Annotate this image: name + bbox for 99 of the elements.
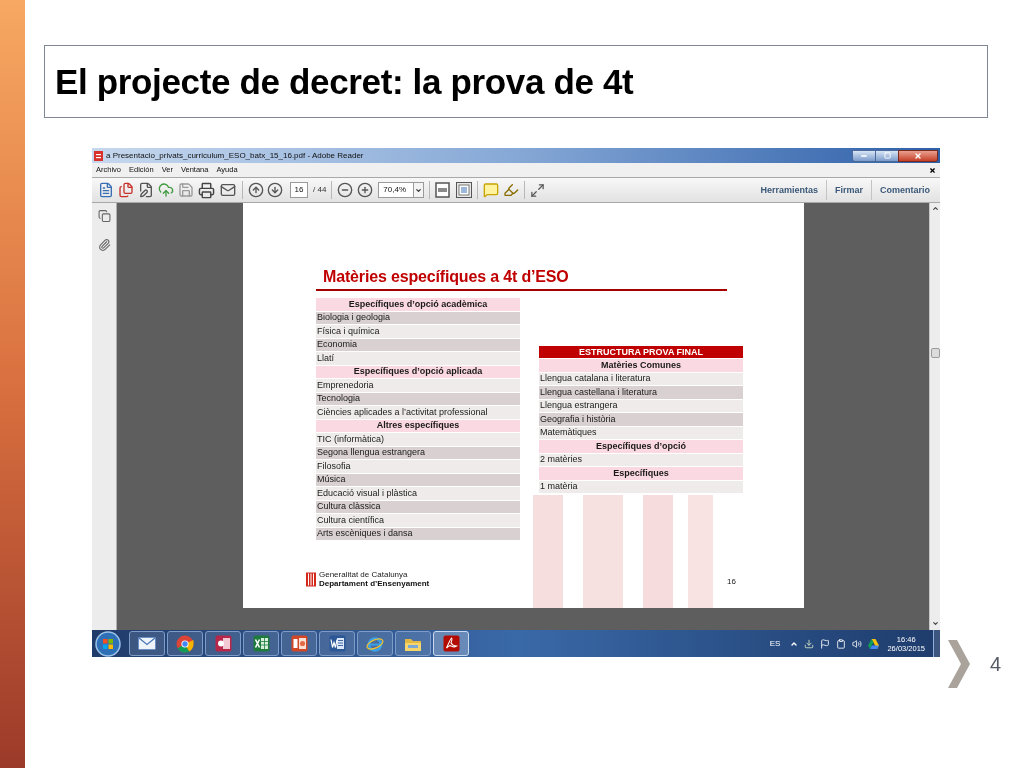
save-icon[interactable] — [178, 182, 194, 198]
volume-icon[interactable] — [852, 638, 863, 649]
table-cell: Segona llengua estrangera — [316, 446, 520, 459]
previous-page-icon[interactable] — [248, 182, 264, 198]
database-app-icon — [214, 635, 232, 652]
table-cell: Biologia i geologia — [316, 311, 520, 324]
download-tray-icon[interactable] — [804, 638, 815, 649]
maximize-button[interactable] — [876, 149, 898, 162]
section-header: Altres específiques — [316, 419, 520, 432]
table-cell: Llengua castellana i literatura — [539, 386, 743, 399]
table-cell: Ciències aplicades a l’activitat professional — [316, 406, 520, 419]
browser-icon — [176, 634, 194, 653]
table-cell: Música — [316, 473, 520, 486]
web-browser-icon — [366, 634, 384, 653]
table-cell: Filosofia — [316, 460, 520, 473]
page-heading: Matèries específiques a 4t d’ESO — [323, 269, 569, 285]
close-document-icon[interactable] — [929, 166, 936, 174]
minimize-button[interactable] — [852, 149, 876, 162]
zoom-dropdown-button[interactable] — [414, 182, 425, 198]
web-browser-taskbar-button[interactable] — [357, 631, 393, 656]
page-count: / 44 — [313, 186, 327, 194]
table-cell: 1 matèria — [539, 480, 743, 493]
slide-title: El projecte de decret: la prova de 4t — [55, 64, 634, 99]
table-cell: Llatí — [316, 352, 520, 365]
pane-tab[interactable]: Comentario — [880, 185, 930, 195]
spreadsheet-app-taskbar-button[interactable] — [243, 631, 279, 656]
document-app-icon — [328, 635, 346, 652]
mail-taskbar-button[interactable] — [129, 631, 165, 656]
combine-files-icon[interactable] — [118, 182, 134, 198]
page-number: 16 — [727, 577, 736, 586]
triangle-tray-icon[interactable] — [868, 638, 880, 649]
zoom-field[interactable]: 70,4% — [378, 182, 415, 198]
pdf-reader-taskbar-button[interactable] — [433, 631, 469, 656]
spreadsheet-app-icon — [252, 635, 270, 652]
page-number-field[interactable]: 16 — [290, 182, 308, 198]
table-cell: Llengua catalana i literatura — [539, 372, 743, 385]
window-title: a Presentacio_privats_curriculum_ESO_batx_15_16.pdf - Adobe Reader — [106, 151, 364, 160]
table-cell: Arts escèniques i dansa — [316, 527, 520, 540]
table-cell: Tecnologia — [316, 392, 520, 405]
pdf-file-icon — [94, 150, 103, 161]
pane-tab[interactable]: Firmar — [834, 185, 863, 195]
organization-name: Generalitat de Catalunya — [319, 571, 408, 579]
slide-number: 4 — [990, 654, 1002, 674]
department-name: Departament d’Ensenyament — [319, 579, 430, 588]
create-file-icon[interactable] — [98, 182, 114, 198]
document-app-taskbar-button[interactable] — [319, 631, 355, 656]
table-cell: Geografia i història — [539, 413, 743, 426]
section-header: Específiques — [539, 467, 743, 480]
table-cell: Cultura clàssica — [316, 500, 520, 513]
table-cell: Economia — [316, 338, 520, 351]
section-header: Específiques d’opció acadèmica — [316, 298, 520, 311]
scroll-down-icon[interactable] — [931, 620, 939, 627]
start-orb-icon[interactable] — [95, 630, 121, 657]
mail-icon[interactable] — [219, 182, 237, 198]
maximize-icon — [883, 152, 891, 159]
section-header: Matèries Comunes — [539, 359, 743, 372]
zoom-out-icon[interactable] — [337, 182, 354, 198]
table-cell: Cultura científica — [316, 514, 520, 527]
close-icon — [914, 151, 922, 160]
clipboard-icon[interactable] — [836, 638, 847, 649]
presentation-app-taskbar-button[interactable] — [281, 631, 317, 656]
edit-file-icon[interactable] — [138, 182, 154, 198]
highlight-icon[interactable] — [503, 182, 520, 198]
fit-page-icon[interactable] — [435, 182, 451, 198]
expand-icon[interactable] — [530, 182, 546, 198]
chevron-icon — [948, 640, 970, 688]
vertical-scrollbar[interactable] — [929, 203, 940, 630]
caret-icon — [415, 186, 423, 194]
browser-taskbar-button[interactable] — [167, 631, 203, 656]
table-title: ESTRUCTURA PROVA FINAL — [539, 346, 743, 358]
section-header: Específiques d’opció aplicada — [316, 365, 520, 378]
table-cell: Matemàtiques — [539, 426, 743, 439]
section-header: Específiques d’opció — [539, 440, 743, 453]
cloud-upload-icon[interactable] — [158, 182, 174, 198]
full-page-icon[interactable] — [456, 182, 473, 198]
pane-tab[interactable]: Herramientas — [760, 185, 818, 195]
language-indicator[interactable]: ES — [769, 639, 781, 648]
presentation-app-icon — [290, 635, 308, 652]
scroll-up-icon[interactable] — [931, 205, 939, 212]
table-cell: Física i química — [316, 325, 520, 338]
scrollbar-thumb[interactable] — [930, 348, 940, 358]
table-cell: Emprenedoria — [316, 379, 520, 392]
folder-taskbar-button[interactable] — [395, 631, 431, 656]
pages-icon[interactable] — [97, 209, 111, 223]
table-cell: TIC (informàtica) — [316, 433, 520, 446]
next-page-icon[interactable] — [267, 182, 283, 198]
show-desktop-button[interactable] — [933, 630, 940, 657]
close-button[interactable] — [898, 149, 938, 162]
zoom-in-icon[interactable] — [357, 182, 374, 198]
paperclip-icon[interactable] — [97, 238, 111, 252]
envelope-icon — [138, 637, 156, 650]
print-icon[interactable] — [198, 181, 215, 199]
flag-icon[interactable] — [820, 638, 831, 649]
table-cell: Educació visual i plàstica — [316, 487, 520, 500]
striped-emblem-icon — [306, 572, 316, 587]
table-cell: 2 matèries — [539, 453, 743, 466]
table-cell: Llengua estrangera — [539, 399, 743, 412]
database-app-taskbar-button[interactable] — [205, 631, 241, 656]
pdf-reader-icon — [442, 635, 460, 652]
